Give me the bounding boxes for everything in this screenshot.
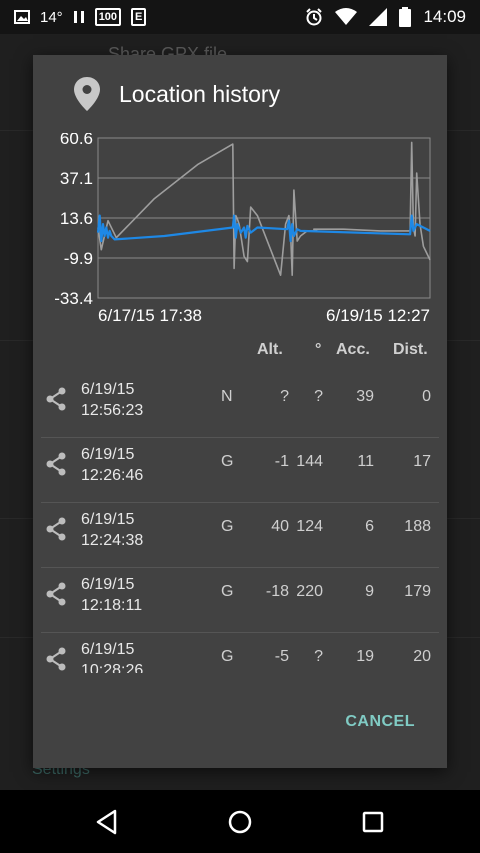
share-icon[interactable] [45, 452, 67, 476]
list-item[interactable]: 6/19/15 10:28:26 G -5 ? 19 20 [41, 633, 439, 673]
temperature: 14° [40, 8, 63, 26]
back-icon[interactable] [93, 808, 121, 836]
header-bearing: ° [315, 341, 322, 358]
header-altitude: Alt. [257, 341, 283, 358]
location-pin-icon [74, 77, 100, 111]
row-bearing: 144 [296, 453, 323, 470]
row-provider: G [221, 518, 234, 535]
share-icon[interactable] [45, 387, 67, 411]
row-provider: G [221, 453, 234, 470]
row-date: 6/19/15 [81, 641, 135, 658]
image-notification-icon [14, 10, 30, 24]
row-date: 6/19/15 [81, 381, 135, 398]
row-time: 10:28:26 [81, 662, 144, 673]
row-time: 12:56:23 [81, 402, 144, 419]
row-altitude: 40 [271, 518, 289, 535]
battery-icon [399, 7, 412, 27]
home-icon[interactable] [226, 808, 254, 836]
row-bearing: ? [314, 388, 323, 405]
row-accuracy: 39 [356, 388, 374, 405]
dialog-title: Location history [119, 80, 281, 107]
row-distance: 20 [413, 648, 431, 665]
row-date: 6/19/15 [81, 576, 135, 593]
row-accuracy: 19 [356, 648, 374, 665]
row-time: 12:26:46 [81, 467, 144, 484]
row-accuracy: 9 [365, 583, 374, 600]
row-bearing: ? [314, 648, 323, 665]
y-tick-label: -9.9 [64, 249, 93, 268]
row-accuracy: 11 [357, 453, 374, 470]
recents-icon[interactable] [359, 808, 387, 836]
location-history-dialog: Location history 60.6 37.1 13.6 -9.9 -33.4 6/… [33, 55, 447, 768]
row-altitude: ? [280, 388, 289, 405]
y-tick-label: -33.4 [54, 289, 93, 308]
navigation-bar [0, 790, 480, 853]
series-line-gray [97, 141, 431, 276]
row-distance: 188 [404, 518, 431, 535]
badge-100: 100 [94, 8, 122, 26]
list-item[interactable]: 6/19/15 12:18:11 G -18 220 9 179 [41, 568, 439, 633]
header-distance: Dist. [393, 341, 428, 358]
location-chart: 60.6 37.1 13.6 -9.9 -33.4 6/17/15 17:38 6/19/1… [33, 133, 447, 333]
row-provider: G [221, 648, 234, 665]
header-accuracy: Acc. [336, 341, 370, 358]
row-distance: 179 [404, 583, 431, 600]
list-item[interactable]: 6/19/15 12:56:23 N ? ? 39 0 [41, 373, 439, 438]
series-line-blue [96, 214, 431, 243]
history-list[interactable]: 6/19/15 12:56:23 N ? ? 39 0 6/19/15 12:26:… [41, 373, 439, 673]
row-altitude: -18 [265, 583, 289, 600]
status-bar: 14° 100 E 14:09 [0, 0, 480, 34]
wifi-icon [335, 8, 358, 25]
y-tick-label: 37.1 [60, 169, 93, 188]
x-tick-label: 6/17/15 17:38 [98, 306, 202, 325]
row-provider: G [221, 583, 234, 600]
row-accuracy: 6 [365, 518, 374, 535]
share-icon[interactable] [45, 517, 67, 541]
signal-icon [369, 8, 388, 26]
column-headers: Alt. ° Acc. Dist. [33, 341, 447, 363]
row-distance: 17 [413, 453, 431, 470]
row-bearing: 220 [296, 583, 323, 600]
share-icon[interactable] [45, 582, 67, 606]
x-tick-label: 6/19/15 12:27 [326, 306, 430, 325]
row-altitude: -1 [274, 453, 289, 470]
cancel-button[interactable]: CANCEL [345, 713, 415, 731]
y-tick-label: 60.6 [60, 133, 93, 148]
row-time: 12:18:11 [81, 597, 143, 614]
row-altitude: -5 [274, 648, 289, 665]
badge-e: E [131, 8, 147, 26]
row-time: 12:24:38 [81, 532, 144, 549]
row-date: 6/19/15 [81, 446, 135, 463]
row-provider: N [221, 388, 233, 405]
share-icon[interactable] [45, 647, 67, 671]
row-date: 6/19/15 [81, 511, 135, 528]
list-item[interactable]: 6/19/15 12:26:46 G -1 144 11 17 [41, 438, 439, 503]
list-item[interactable]: 6/19/15 12:24:38 G 40 124 6 188 [41, 503, 439, 568]
row-distance: 0 [422, 388, 431, 405]
alarm-icon [306, 8, 323, 26]
chart-svg: 60.6 37.1 13.6 -9.9 -33.4 6/17/15 17:38 6/19/1… [54, 133, 431, 325]
y-tick-label: 13.6 [60, 209, 93, 228]
dialog-header: Location history [33, 55, 447, 133]
row-bearing: 124 [296, 518, 323, 535]
clock: 14:09 [423, 7, 466, 26]
pause-icon [73, 11, 84, 23]
